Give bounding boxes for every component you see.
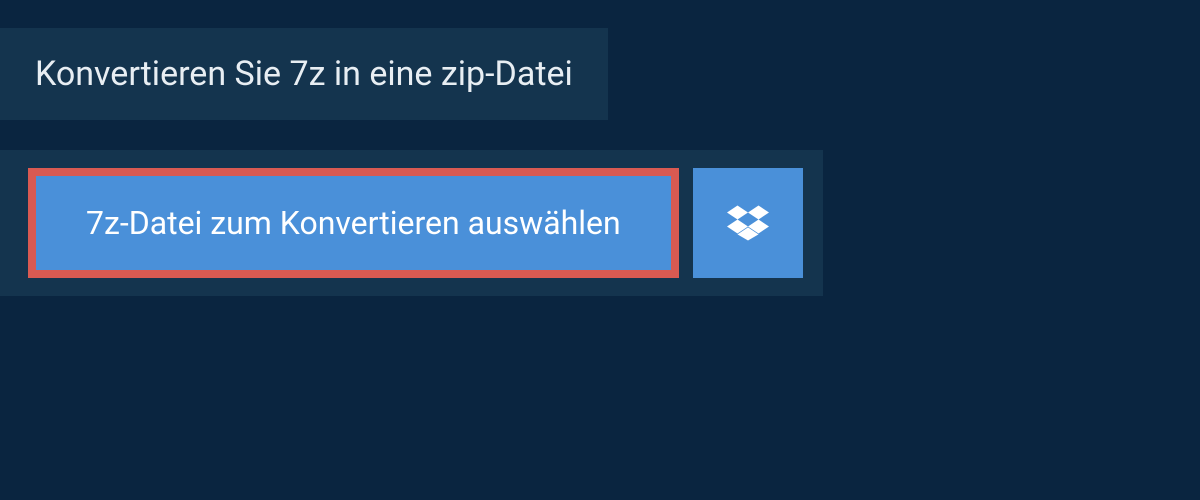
button-row: 7z-Datei zum Konvertieren auswählen [0, 150, 823, 296]
dropbox-button[interactable] [693, 168, 803, 278]
dropbox-icon [727, 202, 769, 244]
select-file-button[interactable]: 7z-Datei zum Konvertieren auswählen [28, 168, 679, 278]
page-title: Konvertieren Sie 7z in eine zip-Datei [35, 54, 573, 94]
select-file-label: 7z-Datei zum Konvertieren auswählen [86, 204, 621, 242]
header-bar: Konvertieren Sie 7z in eine zip-Datei [0, 28, 608, 120]
